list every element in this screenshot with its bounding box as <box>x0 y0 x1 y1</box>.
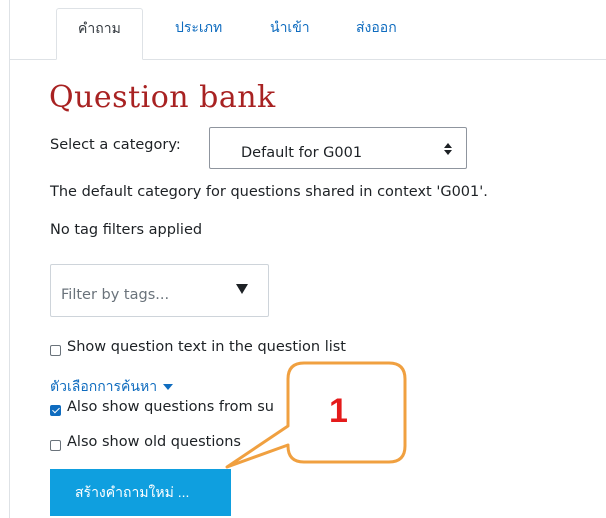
show-text-label[interactable]: Show question text in the question list <box>67 339 346 355</box>
create-question-button[interactable]: สร้างคำถามใหม่ ... <box>50 469 231 516</box>
category-label: Select a category: <box>50 137 181 153</box>
question-bank-page: คำถาม ประเภท นำเข้า ส่งออก Question bank… <box>0 0 606 518</box>
search-options-label[interactable]: ตัวเลือกการค้นหา <box>50 379 157 395</box>
tag-filter-placeholder: Filter by tags... <box>61 287 170 303</box>
tab-import[interactable]: นำเข้า <box>270 17 310 39</box>
search-options-link[interactable]: ตัวเลือกการค้นหา <box>50 376 174 398</box>
tab-questions[interactable]: คำถาม <box>56 8 143 60</box>
select-arrows-icon <box>444 143 452 155</box>
page-title: Question bank <box>49 80 276 115</box>
callout-number: 1 <box>329 392 348 430</box>
tab-bar: คำถาม ประเภท นำเข้า ส่งออก <box>9 0 606 60</box>
callout-bubble <box>225 361 407 469</box>
tag-filter-status: No tag filters applied <box>50 222 203 238</box>
tab-categories[interactable]: ประเภท <box>175 17 222 39</box>
category-description: The default category for questions share… <box>50 184 488 200</box>
old-questions-label[interactable]: Also show old questions <box>67 434 241 450</box>
caret-down-icon[interactable] <box>163 384 174 390</box>
content-left-border <box>9 0 10 518</box>
category-select[interactable]: Default for G001 <box>209 127 467 169</box>
show-text-checkbox[interactable] <box>50 345 61 356</box>
subcategories-label[interactable]: Also show questions from su <box>67 399 274 415</box>
tag-filter-input[interactable]: Filter by tags... <box>50 264 269 317</box>
tab-export[interactable]: ส่งออก <box>356 17 397 39</box>
dropdown-arrow-icon[interactable] <box>236 284 248 294</box>
old-questions-checkbox[interactable] <box>50 440 61 451</box>
category-select-value: Default for G001 <box>241 145 363 161</box>
subcategories-checkbox[interactable] <box>50 405 61 416</box>
